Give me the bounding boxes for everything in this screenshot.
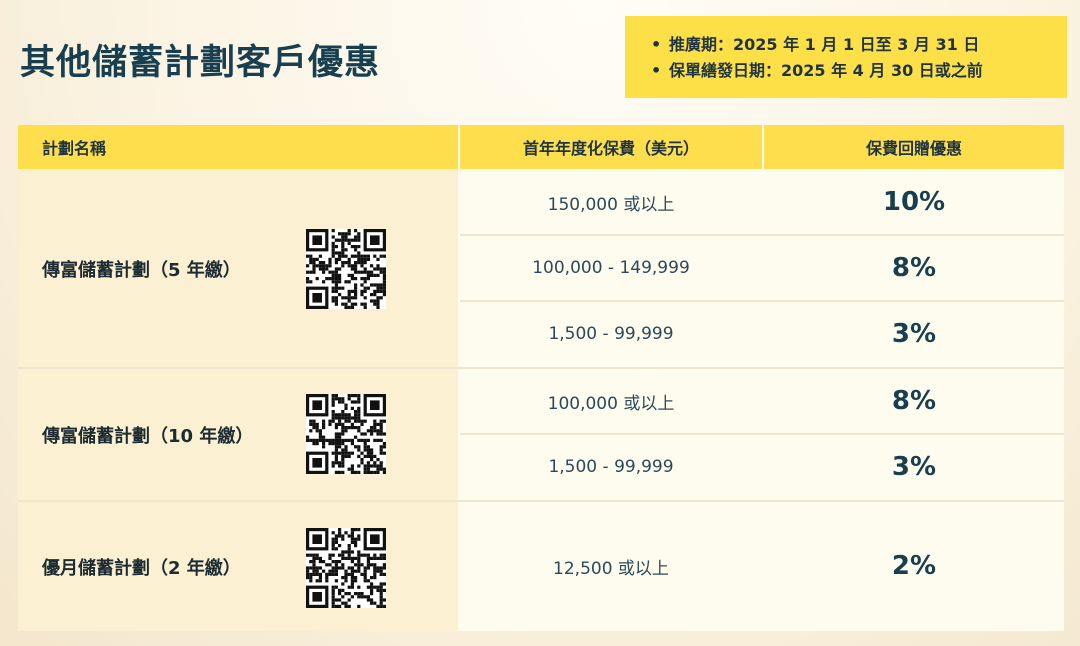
rebate-cell: 8% [764, 235, 1064, 301]
promo-issue-date: 保單繕發日期：2025 年 4 月 30 日或之前 [669, 61, 983, 80]
rebate-cell: 2% [764, 501, 1064, 631]
row-divider [460, 300, 1064, 302]
plan-name: 傳富儲蓄計劃（10 年繳） [42, 426, 254, 447]
rebate-cell: 10% [764, 169, 1064, 235]
plan-name-cell: 傳富儲蓄計劃（10 年繳） [18, 368, 458, 500]
bullet-icon: • [651, 35, 662, 54]
header-rebate: 保費回贈優惠 [764, 125, 1064, 169]
row-divider [18, 500, 1064, 502]
row-divider [460, 234, 1064, 236]
premium-cell: 100,000 或以上 [460, 368, 762, 434]
qr-code-icon[interactable] [306, 394, 386, 474]
plan-name-cell: 優月儲蓄計劃（2 年繳） [18, 501, 458, 631]
rebate-cell: 3% [764, 301, 1064, 367]
offer-table: 計劃名稱 首年年度化保費（美元） 保費回贈優惠 傳富儲蓄計劃（5 年繳） 150… [18, 125, 1064, 631]
promo-info-box: • 推廣期：2025 年 1 月 1 日至 3 月 31 日 • 保單繕發日期：20… [625, 16, 1067, 98]
bullet-icon: • [651, 61, 662, 80]
premium-cell: 100,000 - 149,999 [460, 235, 762, 301]
premium-cell: 1,500 - 99,999 [460, 434, 762, 500]
promo-period-line: • 推廣期：2025 年 1 月 1 日至 3 月 31 日 [651, 32, 1067, 58]
plan-name: 傳富儲蓄計劃（5 年繳） [42, 260, 241, 281]
premium-cell: 1,500 - 99,999 [460, 301, 762, 367]
qr-code-icon[interactable] [306, 528, 386, 608]
header-premium: 首年年度化保費（美元） [460, 125, 762, 169]
premium-cell: 12,500 或以上 [460, 501, 762, 631]
premium-cell: 150,000 或以上 [460, 169, 762, 235]
rebate-cell: 8% [764, 368, 1064, 434]
row-divider [460, 433, 1064, 435]
plan-name-cell: 傳富儲蓄計劃（5 年繳） [18, 169, 458, 367]
promo-issue-date-line: • 保單繕發日期：2025 年 4 月 30 日或之前 [651, 58, 1067, 84]
plan-name: 優月儲蓄計劃（2 年繳） [42, 558, 241, 579]
page-title: 其他儲蓄計劃客戶優惠 [20, 43, 381, 83]
qr-code-icon[interactable] [306, 229, 386, 309]
row-divider [18, 367, 1064, 369]
header-plan-name: 計劃名稱 [18, 125, 458, 169]
rebate-cell: 3% [764, 434, 1064, 500]
promo-period: 推廣期：2025 年 1 月 1 日至 3 月 31 日 [669, 35, 980, 54]
